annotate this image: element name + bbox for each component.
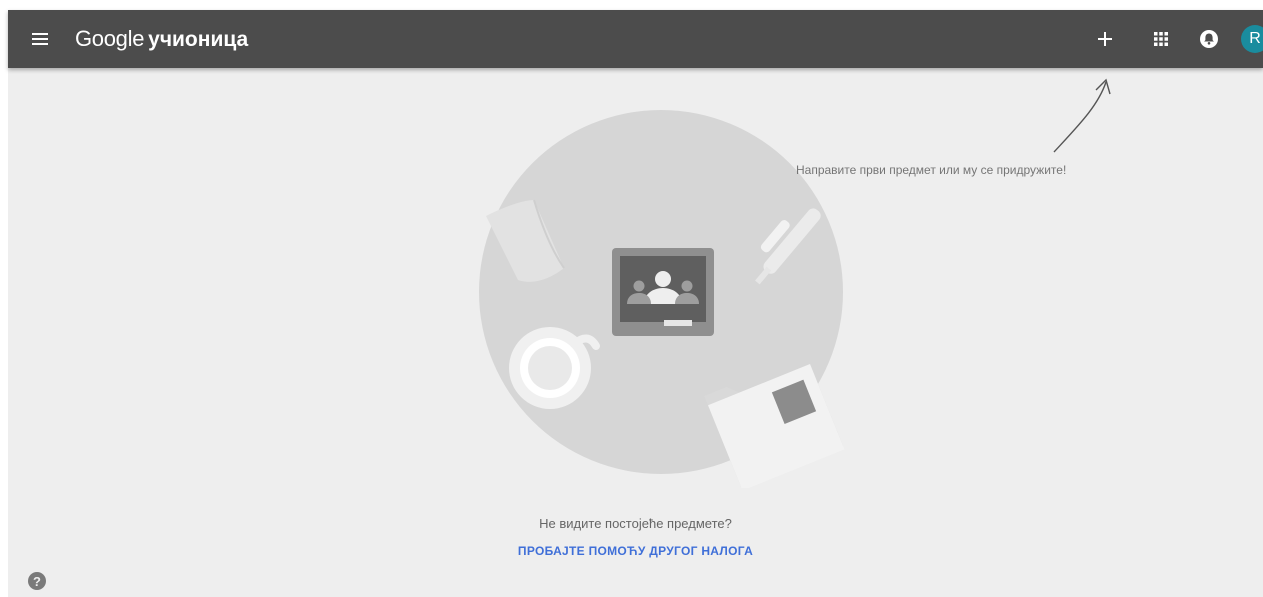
notifications-icon (1200, 30, 1218, 48)
app-title[interactable]: Google учионица (75, 25, 248, 54)
app-title-brand: Google (75, 26, 145, 51)
top-app-bar: Google учионица R (8, 10, 1263, 68)
main-content: Направите први предмет или му се придруж… (8, 68, 1263, 597)
create-or-join-class-button[interactable] (1090, 24, 1120, 54)
app-window: Google учионица R Направите први предмет… (0, 0, 1263, 597)
main-menu-button[interactable] (26, 26, 54, 52)
account-avatar[interactable]: R (1241, 25, 1263, 53)
app-title-product: учионица (148, 28, 249, 51)
hamburger-menu-icon (32, 33, 48, 35)
notifications-button[interactable] (1194, 24, 1224, 54)
google-apps-button[interactable] (1146, 24, 1176, 54)
hamburger-menu-icon-bar (32, 43, 48, 45)
apps-grid-icon (1154, 32, 1168, 46)
try-another-account-label: ПРОБАЈТЕ ПОМОЋУ ДРУГОГ НАЛОГА (517, 544, 754, 558)
missing-classes-question: Не видите постојеће предмете? (539, 516, 732, 531)
create-or-join-hint: Направите први предмет или му се придруж… (796, 163, 1067, 177)
help-button[interactable]: ? (28, 572, 46, 590)
classroom-logo-icon (612, 248, 714, 336)
help-icon: ? (33, 573, 41, 589)
plus-icon (1098, 32, 1112, 46)
hamburger-menu-icon-bar (32, 38, 48, 40)
hint-arrow-icon (1053, 78, 1111, 153)
try-another-account-link[interactable]: ПРОБАЈТЕ ПОМОЋУ ДРУГОГ НАЛОГА (8, 544, 1263, 558)
